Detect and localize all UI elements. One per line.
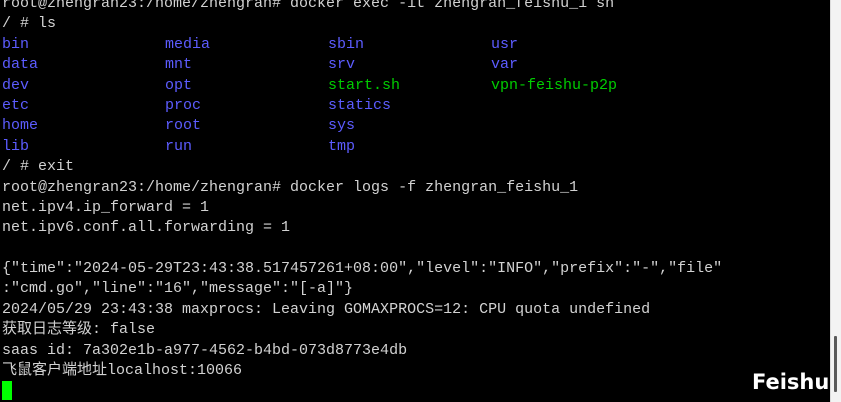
- terminal-output: root@zhengran23:/home/zhengran# docker e…: [2, 0, 830, 381]
- terminal-line: 2024/05/29 23:43:38 maxprocs: Leaving GO…: [2, 300, 651, 318]
- ls-row: bin media sbin usr: [2, 35, 830, 55]
- terminal-line: {"time":"2024-05-29T23:43:38.517457261+0…: [2, 260, 723, 278]
- terminal-line: :"cmd.go","line":"16","message":"[-a]"}: [2, 280, 354, 298]
- ls-file-directory: home: [2, 117, 39, 135]
- ls-file-directory: proc: [165, 96, 202, 114]
- ls-file-directory: mnt: [165, 56, 193, 74]
- terminal-line: / # exit: [2, 158, 75, 176]
- terminal-line: 飞鼠客户端地址localhost:10066: [2, 362, 243, 380]
- ls-row: etc proc statics: [2, 96, 830, 116]
- terminal-window[interactable]: root@zhengran23:/home/zhengran# docker e…: [0, 0, 830, 402]
- ls-file-directory: var: [491, 56, 519, 74]
- ls-file-directory: root: [165, 117, 202, 135]
- ls-file-directory: etc: [2, 96, 30, 114]
- ls-row: dev opt start.sh vpn-feishu-p2p: [2, 76, 830, 96]
- ls-file-directory: media: [165, 35, 211, 53]
- ls-file-directory: lib: [2, 137, 30, 155]
- ls-file-directory: bin: [2, 35, 30, 53]
- terminal-line: / # ls: [2, 15, 57, 33]
- ls-row: home root sys: [2, 116, 830, 136]
- terminal-line: root@zhengran23:/home/zhengran# docker e…: [2, 0, 615, 12]
- terminal-line: 获取日志等级: false: [2, 321, 156, 339]
- ls-file-directory: tmp: [328, 137, 356, 155]
- ls-row: data mnt srv var: [2, 55, 830, 75]
- terminal-line: net.ipv4.ip_forward = 1: [2, 198, 210, 216]
- ls-file-directory: run: [165, 137, 193, 155]
- ls-file-directory: statics: [328, 96, 392, 114]
- ls-file-directory: sys: [328, 117, 356, 135]
- ls-file-directory: opt: [165, 76, 193, 94]
- feishu-watermark: Feishu: [752, 370, 830, 394]
- log-output: / # exit root@zhengran23:/home/zhengran# …: [2, 157, 830, 381]
- scrollbar-thumb[interactable]: [834, 336, 837, 392]
- ls-file-directory: usr: [491, 35, 519, 53]
- ls-file-directory: sbin: [328, 35, 365, 53]
- ls-listing: bin media sbin usr data mnt srv var dev opt start.…: [2, 35, 830, 157]
- terminal-line: saas id: 7a302e1b-a977-4562-b4bd-073d877…: [2, 341, 408, 359]
- ls-row: lib run tmp: [2, 137, 830, 157]
- ls-file-executable: start.sh: [328, 76, 401, 94]
- ls-file-executable: vpn-feishu-p2p: [491, 76, 618, 94]
- terminal-line: net.ipv6.conf.all.forwarding = 1: [2, 219, 291, 237]
- ls-file-directory: data: [2, 56, 39, 74]
- terminal-line: root@zhengran23:/home/zhengran# docker l…: [2, 178, 579, 196]
- ls-file-directory: srv: [328, 56, 356, 74]
- vertical-scrollbar[interactable]: [830, 0, 841, 402]
- ls-file-directory: dev: [2, 76, 30, 94]
- terminal-cursor: [2, 381, 12, 400]
